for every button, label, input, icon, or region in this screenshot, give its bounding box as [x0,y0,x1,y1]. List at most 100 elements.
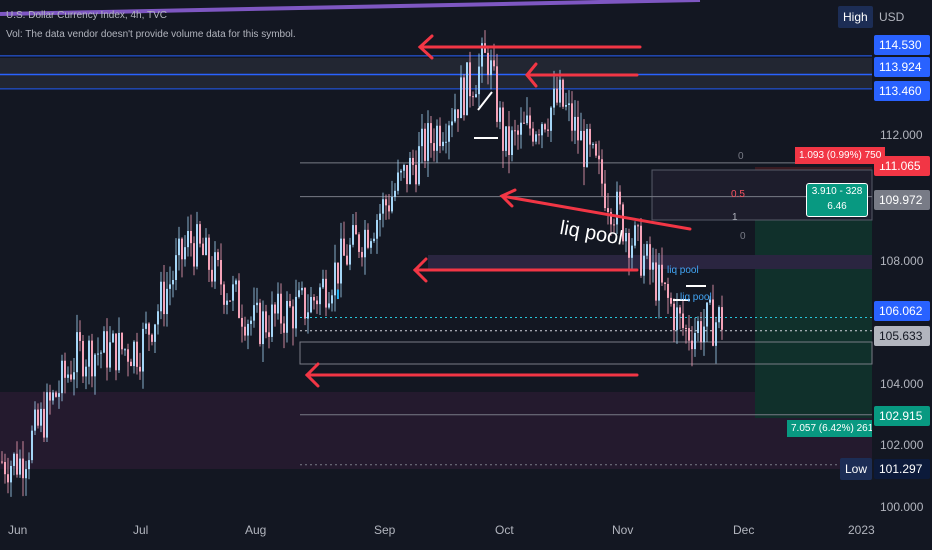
candle-body [559,79,561,103]
candle-body [433,143,435,151]
candle-body [628,233,630,258]
candle-body [427,123,429,161]
candle-body [121,332,123,350]
candle-body [553,88,555,108]
candle-body [694,332,696,350]
candle-body [58,393,60,397]
candle-body [52,392,54,401]
candle-body [403,164,405,171]
candle-body [619,191,621,205]
candle-body [229,300,231,302]
price-chart[interactable] [0,0,932,550]
currency-label: USD [879,10,905,24]
candle-body [133,341,135,367]
price-tag-113924: 113.924 [874,57,930,77]
candle-body [652,262,654,270]
candle-body [79,332,81,341]
x-tick: Jul [133,523,149,537]
candle-body [493,60,495,67]
candle-body [520,122,522,135]
candle-body [472,96,474,98]
candle-body [658,264,660,301]
candle-body [208,237,210,270]
candle-body [310,296,312,313]
candle-body [328,303,330,308]
candle-body [616,191,618,225]
candle-body [475,94,477,98]
low-button[interactable]: Low [840,458,873,480]
candle-body [163,281,165,315]
candle-body [430,123,432,144]
candle-body [112,333,114,343]
candle-body [406,164,408,185]
candle-body [526,115,528,124]
candle-body [706,302,708,327]
candle-body [685,327,687,329]
candle-body [718,307,720,323]
candle-body [391,196,393,212]
high-button[interactable]: High [838,6,873,28]
candle-body [352,225,354,245]
candle-body [478,66,480,95]
candle-body [283,323,285,333]
candle-body [607,208,609,213]
candle-body [604,183,606,209]
candle-body [64,360,66,378]
candle-body [661,264,663,283]
candle-body [322,278,324,288]
candle-body [277,293,279,314]
candle-body [40,408,42,426]
candle-body [157,311,159,325]
price-tag-113460: 113.460 [874,81,930,101]
fib-level-label: 0 [738,151,744,162]
lower-liquidity-zone [0,392,872,469]
candle-body [682,313,684,328]
candle-body [697,321,699,333]
fib-level-label: 1 [732,212,738,223]
volume-note: Vol: The data vendor doesn't provide vol… [6,29,296,40]
candle-body [547,129,549,131]
ratio-label: 3.910 - 328 6.46 [806,183,868,217]
candle-body [289,300,291,307]
candle-body [571,103,573,131]
price-tag-106062: 106.062 [874,301,930,321]
candle-body [469,62,471,97]
candle-body [703,326,705,343]
candle-body [499,107,501,122]
candle-body [409,157,411,185]
target-label: 7.057 (6.42%) 2614.1 [787,420,872,437]
ratio-label-line2: 6.46 [827,201,847,212]
candle-body [343,238,345,256]
candle-body [418,146,420,185]
candle-body [319,287,321,305]
candle-body [82,340,84,377]
x-tick: Nov [612,523,634,537]
candle-body [160,281,162,312]
candle-body [664,282,666,284]
candle-body [172,279,174,285]
candle-body [178,238,180,256]
candle-body [256,302,258,306]
candle-body [154,324,156,342]
candle-body [562,79,564,107]
candle-body [100,352,102,354]
candle-body [397,172,399,191]
candle-body [583,130,585,167]
candle-body [556,88,558,103]
candle-body [448,125,450,142]
candle-body [193,243,195,267]
candle-body [145,323,147,329]
candle-body [37,409,39,426]
candle-body [28,460,30,470]
candle-body [4,462,6,475]
candle-body [298,290,300,297]
candle-body [586,128,588,167]
candle-body [712,299,714,346]
candle-body [595,143,597,156]
x-tick: Sep [374,523,396,537]
candle-body [31,430,33,461]
candle-body [247,323,249,336]
candle-body [568,103,570,105]
candle-body [106,331,108,368]
candle-body [424,128,426,161]
